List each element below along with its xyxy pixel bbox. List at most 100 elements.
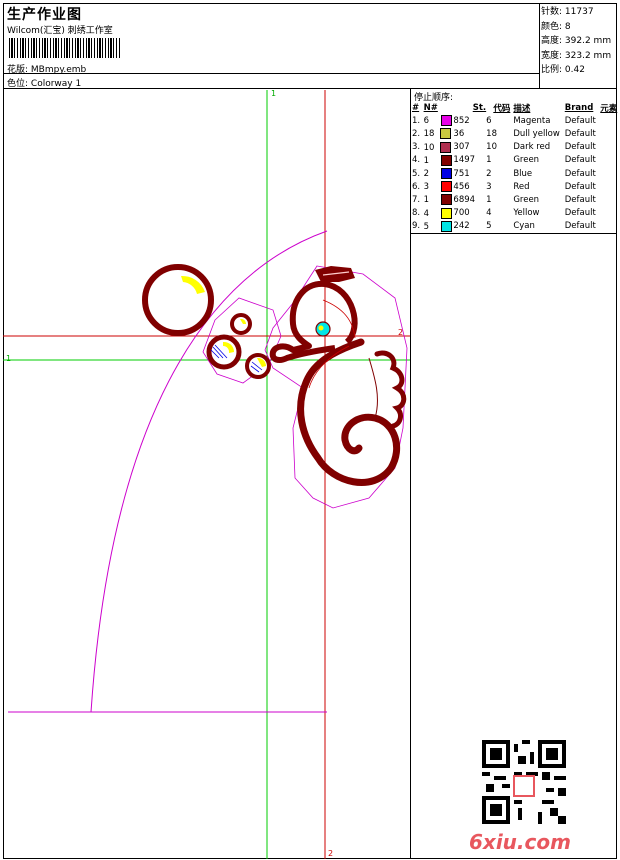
row-stitches: 456 xyxy=(453,181,470,192)
design-name: MBmpy.emb xyxy=(30,65,87,75)
col-stitches: St. xyxy=(472,102,487,113)
qr-code xyxy=(482,740,566,824)
watermark-logo: 6xiu.com xyxy=(469,830,571,854)
color-swatch xyxy=(440,141,452,153)
row-stitches: 6894 xyxy=(453,194,476,205)
stop-row: 8. 4 700 4 Yellow Default xyxy=(412,207,620,220)
row-stitches: 852 xyxy=(453,115,470,126)
design-canvas: 1 1 2 2 xyxy=(3,89,410,859)
qr-center-seal xyxy=(513,775,535,797)
row-needle: 4 xyxy=(424,207,454,220)
stop-row: 6. 3 456 3 Red Default xyxy=(412,180,620,193)
stop-row: 4. 1 1497 1 Green Default xyxy=(412,154,620,167)
row-description: Green xyxy=(513,155,540,166)
color-swatch xyxy=(441,181,453,193)
seahorse-eye-pupil xyxy=(318,325,324,331)
row-description: Red xyxy=(513,181,530,192)
stop-row: 2. 18 36 18 Dull yellow Default xyxy=(412,127,620,140)
row-stitches: 700 xyxy=(453,208,470,219)
row-needle: 1 xyxy=(424,193,454,206)
color-swatch xyxy=(441,154,453,166)
design-row: 花版: MBmpy.emb xyxy=(7,62,86,75)
stat-stitches: 针数: 11737 xyxy=(541,7,594,17)
stop-row: 5. 2 751 2 Blue Default xyxy=(412,167,620,180)
color-swatch xyxy=(440,128,452,140)
green-vertical-label: 1 xyxy=(271,89,276,98)
row-element xyxy=(600,141,620,154)
red-horizontal-label: 2 xyxy=(398,328,403,337)
row-code: 5 xyxy=(486,221,492,232)
row-code: 1 xyxy=(486,194,492,205)
row-code: 1 xyxy=(486,155,492,166)
row-code: 3 xyxy=(486,181,492,192)
row-index: 3. xyxy=(412,142,421,153)
row-index: 8. xyxy=(412,208,421,219)
row-description: Blue xyxy=(513,168,533,179)
stats-divider xyxy=(539,3,540,89)
row-element xyxy=(600,220,620,233)
row-brand: Default xyxy=(564,208,596,219)
col-code: 代码 xyxy=(493,103,511,114)
row-needle: 6 xyxy=(424,114,454,127)
table-header-row: # N# St. 代码 描述 Brand 元素 xyxy=(412,101,620,114)
seahorse-fin xyxy=(374,350,407,429)
row-stitches: 1497 xyxy=(453,155,476,166)
row-brand: Default xyxy=(564,128,596,139)
row-needle: 1 xyxy=(424,154,454,167)
row-index: 1. xyxy=(412,115,421,126)
row-element xyxy=(600,114,620,127)
color-swatch xyxy=(441,207,453,219)
stat-height: 高度: 392.2 mm xyxy=(541,36,612,46)
col-element: 元素 xyxy=(600,103,618,114)
stat-scale: 比例: 0.42 xyxy=(541,65,585,75)
design-label: 花版: xyxy=(7,65,29,75)
row-description: Dark red xyxy=(513,142,551,153)
large-bubble xyxy=(142,264,214,336)
row-index: 4. xyxy=(412,155,421,166)
row-description: Dull yellow xyxy=(513,128,560,139)
color-swatch xyxy=(441,168,453,180)
color-swatch xyxy=(441,115,453,127)
row-stitches: 36 xyxy=(453,128,465,139)
page-title: 生产作业图 xyxy=(7,7,82,23)
row-code: 4 xyxy=(486,208,492,219)
row-element xyxy=(600,207,620,220)
row-needle: 5 xyxy=(424,220,454,233)
stop-sequence-table: # N# St. 代码 描述 Brand 元素 1. 6 852 6 Magenta De… xyxy=(412,101,620,233)
col-index: # xyxy=(412,102,420,113)
red-vertical-label: 2 xyxy=(328,849,333,858)
row-element xyxy=(600,127,620,140)
row-needle: 3 xyxy=(424,180,454,193)
row-element xyxy=(600,167,620,180)
row-description: Green xyxy=(513,194,540,205)
small-bubble-top xyxy=(230,313,252,335)
green-horizontal-label: 1 xyxy=(6,354,11,363)
page-subtitle: Wilcom(汇宝) 刺绣工作室 xyxy=(7,26,113,36)
row-index: 5. xyxy=(412,168,421,179)
row-element xyxy=(600,180,620,193)
row-index: 7. xyxy=(412,194,421,205)
col-brand: Brand xyxy=(564,102,594,113)
row-index: 2. xyxy=(412,128,421,139)
row-description: Cyan xyxy=(513,221,535,232)
stop-row: 3. 10 307 10 Dark red Default xyxy=(412,141,620,154)
row-description: Magenta xyxy=(513,115,551,126)
row-stitches: 242 xyxy=(453,221,470,232)
row-brand: Default xyxy=(564,142,596,153)
stop-row: 1. 6 852 6 Magenta Default xyxy=(412,114,620,127)
barcode xyxy=(9,38,121,58)
row-index: 9. xyxy=(412,221,421,232)
row-element xyxy=(600,193,620,206)
stop-row: 9. 5 242 5 Cyan Default xyxy=(412,220,620,233)
row-brand: Default xyxy=(564,221,596,232)
design-stats: 针数: 11737 颜色: 8 高度: 392.2 mm 宽度: 323.2 m… xyxy=(541,5,611,78)
row-brand: Default xyxy=(564,168,596,179)
col-needle: N# xyxy=(423,102,438,113)
color-swatch xyxy=(441,194,453,206)
row-brand: Default xyxy=(564,115,596,126)
col-description: 描述 xyxy=(513,103,531,114)
row-stitches: 307 xyxy=(453,142,470,153)
row-brand: Default xyxy=(564,155,596,166)
stop-row: 7. 1 6894 1 Green Default xyxy=(412,193,620,206)
row-brand: Default xyxy=(564,194,596,205)
